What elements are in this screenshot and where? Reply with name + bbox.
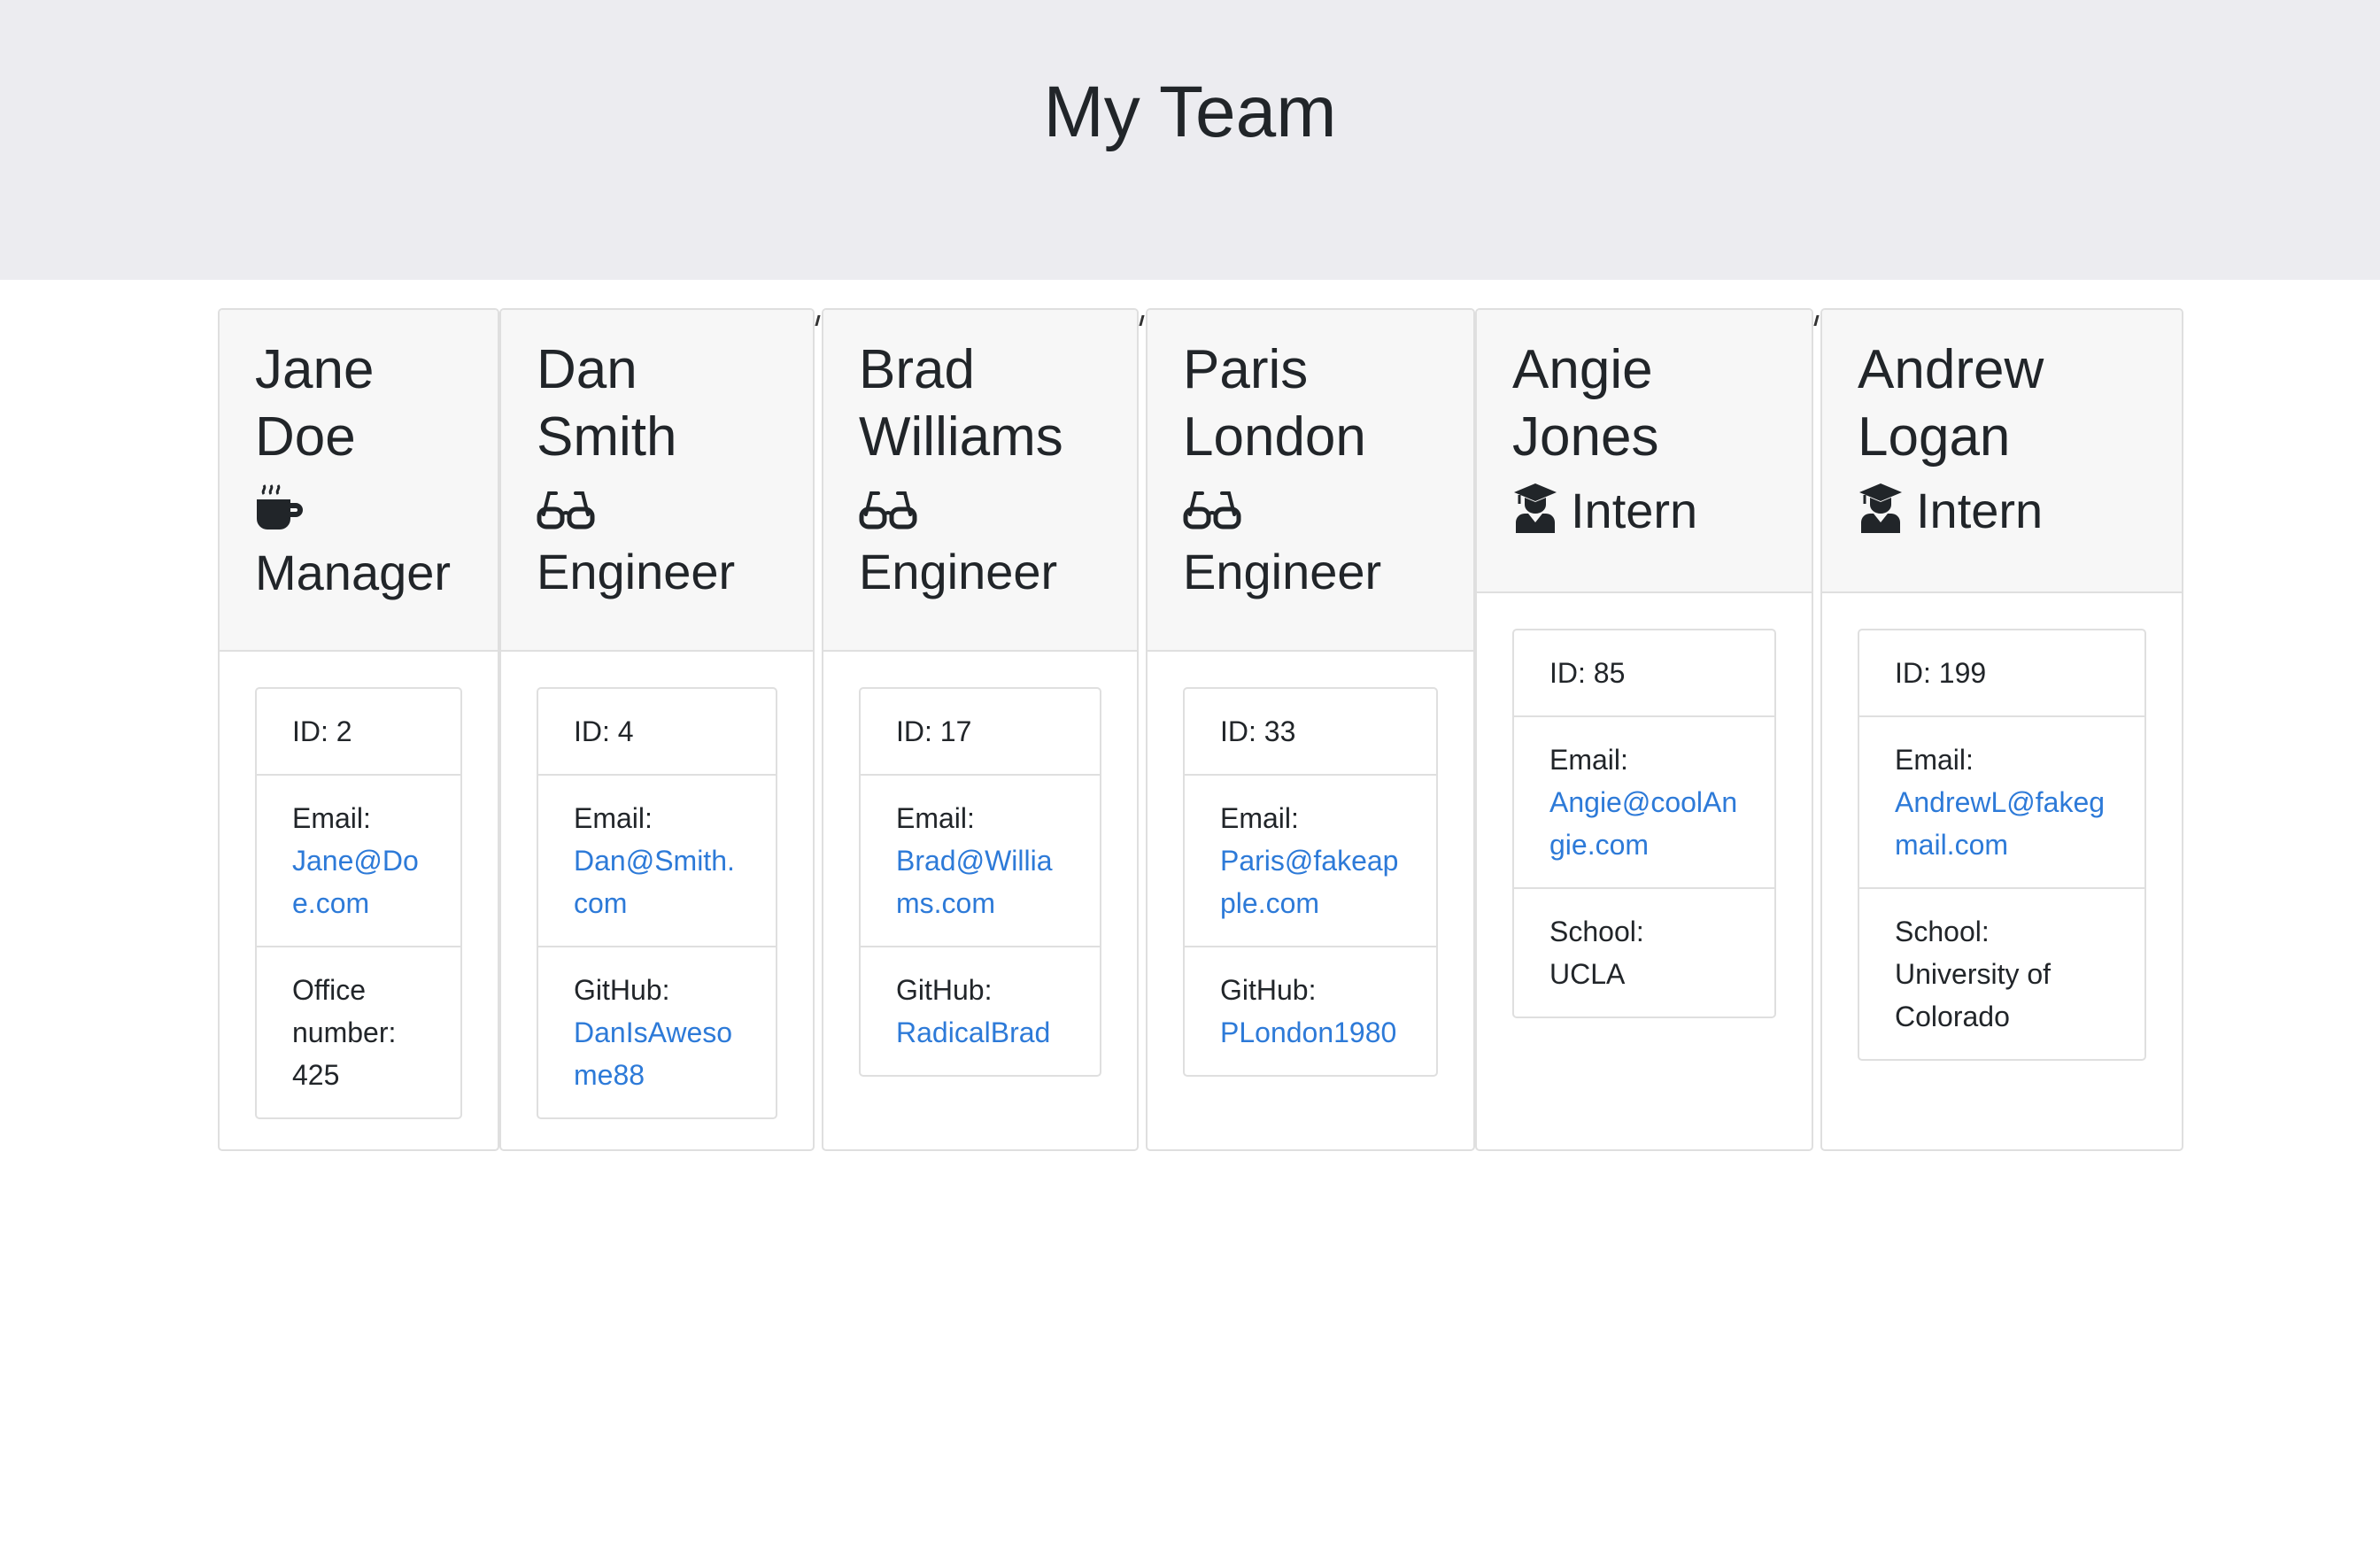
employee-id: ID: 17	[896, 715, 972, 747]
card-body: ID: 17 Email: Brad@Williams.com GitHub: …	[823, 652, 1137, 1112]
employee-role: Engineer	[1183, 482, 1438, 600]
employee-extra-item: Office number: 425	[257, 946, 460, 1117]
card-header: Jane Doe Manager	[220, 310, 498, 652]
employee-details-list: ID: 33 Email: Paris@fakeapple.com GitHub…	[1183, 687, 1438, 1077]
graduate-icon	[1858, 482, 1904, 545]
role-label: Manager	[255, 545, 452, 600]
employee-extra-item: GitHub: RadicalBrad	[861, 946, 1100, 1075]
card-header: Paris London Engineer	[1148, 310, 1473, 652]
employee-details-list: ID: 2 Email: Jane@Doe.com Office number:…	[255, 687, 462, 1119]
email-link[interactable]: Brad@Williams.com	[896, 845, 1053, 919]
email-label: Email:	[1895, 744, 1974, 776]
email-label: Email:	[1220, 802, 1299, 834]
extra-value: 425	[292, 1059, 340, 1091]
employee-card: Jane Doe Manager ID: 2 Email: Jane@Doe.c…	[218, 308, 499, 1151]
extra-value: UCLA	[1549, 958, 1626, 990]
role-label: Engineer	[1183, 544, 1382, 599]
employee-card: Dan Smith Engineer ID: 4 Email: Dan@Smit…	[499, 308, 815, 1151]
github-link[interactable]: PLondon1980	[1220, 1016, 1396, 1048]
extra-label: GitHub:	[896, 974, 993, 1006]
role-label: Engineer	[859, 544, 1058, 599]
employee-details-list: ID: 199 Email: AndrewL@fakegmail.com Sch…	[1858, 629, 2146, 1061]
employee-email-item: Email: Dan@Smith.com	[538, 774, 776, 946]
extra-label: GitHub:	[1220, 974, 1317, 1006]
role-label: Intern	[1916, 483, 2044, 538]
card-body: ID: 85 Email: Angie@coolAngie.com School…	[1477, 593, 1812, 1054]
stray-tick-mark	[1813, 315, 1820, 326]
email-label: Email:	[292, 802, 371, 834]
employee-id: ID: 85	[1549, 657, 1626, 689]
employee-details-list: ID: 17 Email: Brad@Williams.com GitHub: …	[859, 687, 1101, 1077]
role-label: Intern	[1571, 483, 1698, 538]
employee-extra-item: School: University of Colorado	[1859, 887, 2144, 1059]
employee-card: Andrew Logan Intern ID: 199 Email: Andre…	[1820, 308, 2183, 1151]
email-label: Email:	[896, 802, 975, 834]
card-header: Brad Williams Engineer	[823, 310, 1137, 652]
employee-email-item: Email: AndrewL@fakegmail.com	[1859, 715, 2144, 887]
card-body: ID: 4 Email: Dan@Smith.com GitHub: DanIs…	[501, 652, 813, 1149]
employee-name: Andrew Logan	[1858, 339, 2044, 468]
employee-name: Jane Doe	[255, 339, 375, 468]
employee-email-item: Email: Brad@Williams.com	[861, 774, 1100, 946]
employee-role: Intern	[1858, 482, 2146, 545]
extra-label: School:	[1549, 916, 1644, 947]
team-cards-container: Jane Doe Manager ID: 2 Email: Jane@Doe.c…	[0, 280, 2380, 1546]
role-label: Engineer	[537, 544, 736, 599]
employee-details-list: ID: 4 Email: Dan@Smith.com GitHub: DanIs…	[537, 687, 777, 1119]
employee-role: Manager	[255, 482, 462, 601]
employee-email-item: Email: Paris@fakeapple.com	[1185, 774, 1436, 946]
employee-extra-item: GitHub: PLondon1980	[1185, 946, 1436, 1075]
employee-id: ID: 4	[574, 715, 634, 747]
employee-id: ID: 2	[292, 715, 352, 747]
page-title: My Team	[1043, 72, 1337, 152]
employee-id: ID: 199	[1895, 657, 1987, 689]
coffee-icon	[255, 482, 306, 545]
email-link[interactable]: Angie@coolAngie.com	[1549, 786, 1737, 861]
card-header: Dan Smith Engineer	[501, 310, 813, 652]
email-link[interactable]: Jane@Doe.com	[292, 845, 419, 919]
stray-tick-mark	[815, 315, 821, 326]
email-link[interactable]: AndrewL@fakegmail.com	[1895, 786, 2105, 861]
employee-extra-item: GitHub: DanIsAwesome88	[538, 946, 776, 1117]
card-header: Andrew Logan Intern	[1822, 310, 2182, 593]
employee-id: ID: 33	[1220, 715, 1296, 747]
employee-name: Dan Smith	[537, 339, 677, 468]
glasses-icon	[859, 487, 917, 544]
github-link[interactable]: RadicalBrad	[896, 1016, 1050, 1048]
employee-details-list: ID: 85 Email: Angie@coolAngie.com School…	[1512, 629, 1776, 1018]
extra-label: GitHub:	[574, 974, 670, 1006]
stray-tick-mark	[1139, 315, 1145, 326]
card-body: ID: 199 Email: AndrewL@fakegmail.com Sch…	[1822, 593, 2182, 1096]
github-link[interactable]: DanIsAwesome88	[574, 1016, 732, 1091]
extra-label: School:	[1895, 916, 1990, 947]
employee-role: Engineer	[537, 482, 777, 600]
employee-role: Engineer	[859, 482, 1101, 600]
card-header: Angie Jones Intern	[1477, 310, 1812, 593]
employee-email-item: Email: Jane@Doe.com	[257, 774, 460, 946]
employee-name: Brad Williams	[859, 339, 1063, 468]
email-label: Email:	[1549, 744, 1628, 776]
glasses-icon	[537, 487, 595, 544]
extra-label: Office number:	[292, 974, 397, 1048]
email-link[interactable]: Paris@fakeapple.com	[1220, 845, 1398, 919]
email-link[interactable]: Dan@Smith.com	[574, 845, 735, 919]
employee-email-item: Email: Angie@coolAngie.com	[1514, 715, 1774, 887]
card-body: ID: 2 Email: Jane@Doe.com Office number:…	[220, 652, 498, 1149]
employee-card: Brad Williams Engineer ID: 17 Email: Bra…	[822, 308, 1139, 1151]
employee-card: Paris London Engineer ID: 33 Email: Pari…	[1146, 308, 1475, 1151]
employee-extra-item: School: UCLA	[1514, 887, 1774, 1016]
employee-card: Angie Jones Intern ID: 85 Email: Angie@c…	[1475, 308, 1813, 1151]
extra-value: University of Colorado	[1895, 958, 2052, 1032]
graduate-icon	[1512, 482, 1558, 545]
glasses-icon	[1183, 487, 1241, 544]
employee-name: Paris London	[1183, 339, 1366, 468]
employee-role: Intern	[1512, 482, 1776, 545]
employee-name: Angie Jones	[1512, 339, 1659, 468]
card-body: ID: 33 Email: Paris@fakeapple.com GitHub…	[1148, 652, 1473, 1112]
email-label: Email:	[574, 802, 653, 834]
page-header: My Team	[0, 0, 2380, 280]
